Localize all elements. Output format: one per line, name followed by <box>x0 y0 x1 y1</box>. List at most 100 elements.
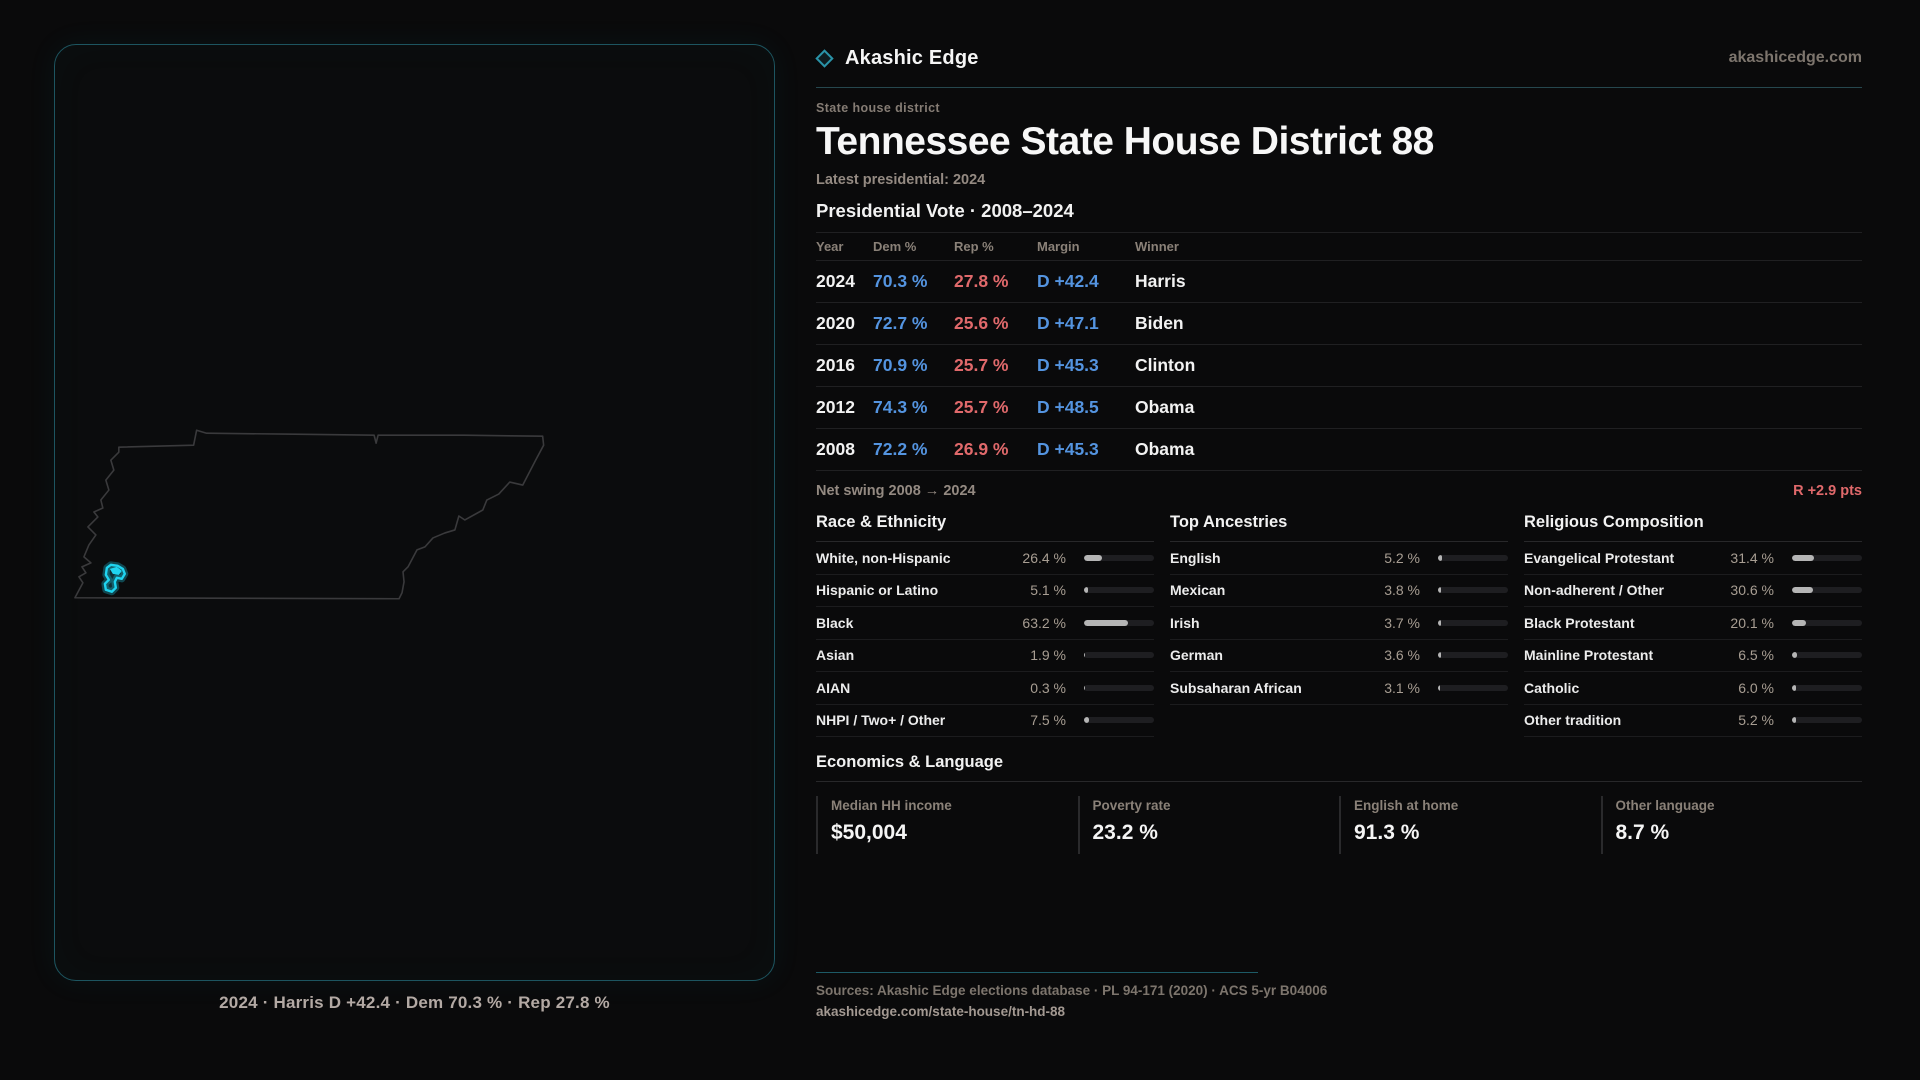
presidential-vote-table: Year Dem % Rep % Margin Winner 2024 70.3… <box>816 232 1862 471</box>
col-header-winner: Winner <box>1135 239 1862 254</box>
stat-value: 6.0 % <box>1716 680 1774 696</box>
winner-cell: Clinton <box>1135 355 1862 376</box>
list-item: Other tradition 5.2 % <box>1524 705 1862 738</box>
sources-note: Sources: Akashic Edge elections database… <box>816 983 1862 998</box>
vote-table-title: Presidential Vote · 2008–2024 <box>816 200 1862 222</box>
section-title: Race & Ethnicity <box>816 513 1154 542</box>
stat-value: 1.9 % <box>1008 647 1066 663</box>
winner-cell: Obama <box>1135 439 1862 460</box>
list-item: Mainline Protestant 6.5 % <box>1524 640 1862 673</box>
list-item: English 5.2 % <box>1170 542 1508 575</box>
rep-cell: 25.7 % <box>954 397 1037 418</box>
stat-bar <box>1792 587 1862 593</box>
tennessee-map <box>55 45 774 980</box>
stat-value: 30.6 % <box>1716 582 1774 598</box>
dem-cell: 70.3 % <box>873 271 954 292</box>
col-header-year: Year <box>816 239 873 254</box>
stat-card-value: 91.3 % <box>1354 821 1601 845</box>
year-cell: 2016 <box>816 355 873 376</box>
dem-cell: 72.2 % <box>873 439 954 460</box>
religious-composition-section: Religious Composition Evangelical Protes… <box>1524 513 1862 737</box>
dem-cell: 72.7 % <box>873 313 954 334</box>
margin-cell: D +42.4 <box>1037 271 1135 292</box>
stat-label: Hispanic or Latino <box>816 582 1008 598</box>
stat-label: English <box>1170 550 1362 566</box>
table-header-row: Year Dem % Rep % Margin Winner <box>816 233 1862 261</box>
margin-cell: D +47.1 <box>1037 313 1135 334</box>
list-item: Black 63.2 % <box>816 607 1154 640</box>
col-header-dem: Dem % <box>873 239 954 254</box>
winner-cell: Obama <box>1135 397 1862 418</box>
diamond-icon <box>815 49 833 67</box>
stat-label: Mexican <box>1170 582 1362 598</box>
stat-value: 20.1 % <box>1716 615 1774 631</box>
top-ancestries-section: Top Ancestries English 5.2 % Mexican 3.8… <box>1170 513 1508 737</box>
year-cell: 2008 <box>816 439 873 460</box>
brand-header: Akashic Edge akashicedge.com <box>816 44 1862 72</box>
stat-value: 26.4 % <box>1008 550 1066 566</box>
stat-label: Evangelical Protestant <box>1524 550 1716 566</box>
stat-bar <box>1084 685 1154 691</box>
year-cell: 2020 <box>816 313 873 334</box>
list-item: Asian 1.9 % <box>816 640 1154 673</box>
stat-value: 5.1 % <box>1008 582 1066 598</box>
dem-cell: 74.3 % <box>873 397 954 418</box>
stat-value: 7.5 % <box>1008 712 1066 728</box>
col-header-rep: Rep % <box>954 239 1037 254</box>
list-item: Irish 3.7 % <box>1170 607 1508 640</box>
brand-domain-link[interactable]: akashicedge.com <box>1729 49 1862 67</box>
year-cell: 2012 <box>816 397 873 418</box>
stat-card-label: Other language <box>1616 798 1863 813</box>
stat-bar <box>1084 620 1154 626</box>
latest-presidential-note: Latest presidential: 2024 <box>816 172 1862 188</box>
district-report: Akashic Edge akashicedge.com State house… <box>816 44 1862 1019</box>
table-row: 2024 70.3 % 27.8 % D +42.4 Harris <box>816 261 1862 303</box>
list-item: Hispanic or Latino 5.1 % <box>816 575 1154 608</box>
race-ethnicity-section: Race & Ethnicity White, non-Hispanic 26.… <box>816 513 1154 737</box>
stat-value: 3.1 % <box>1362 680 1420 696</box>
economics-section-title: Economics & Language <box>816 753 1862 782</box>
table-row: 2008 72.2 % 26.9 % D +45.3 Obama <box>816 429 1862 471</box>
stat-label: NHPI / Two+ / Other <box>816 712 1008 728</box>
stat-card-label: Poverty rate <box>1093 798 1340 813</box>
stat-label: White, non-Hispanic <box>816 550 1008 566</box>
stat-label: Mainline Protestant <box>1524 647 1716 663</box>
net-swing-label: Net swing 2008 → 2024 <box>816 483 976 499</box>
rep-cell: 27.8 % <box>954 271 1037 292</box>
winner-cell: Biden <box>1135 313 1862 334</box>
table-row: 2020 72.7 % 25.6 % D +47.1 Biden <box>816 303 1862 345</box>
list-item: Non-adherent / Other 30.6 % <box>1524 575 1862 608</box>
table-row: 2012 74.3 % 25.7 % D +48.5 Obama <box>816 387 1862 429</box>
section-title: Top Ancestries <box>1170 513 1508 542</box>
net-swing-row: Net swing 2008 → 2024 R +2.9 pts <box>816 483 1862 499</box>
stat-bar <box>1792 652 1862 658</box>
col-header-margin: Margin <box>1037 239 1135 254</box>
stat-card-value: 23.2 % <box>1093 821 1340 845</box>
header-divider <box>816 87 1862 88</box>
rep-cell: 25.7 % <box>954 355 1037 376</box>
stat-label: Black Protestant <box>1524 615 1716 631</box>
stat-value: 31.4 % <box>1716 550 1774 566</box>
stat-label: German <box>1170 647 1362 663</box>
list-item: German 3.6 % <box>1170 640 1508 673</box>
stat-card-median-income: Median HH income $50,004 <box>816 796 1078 854</box>
stat-value: 6.5 % <box>1716 647 1774 663</box>
stat-card-value: $50,004 <box>831 821 1078 845</box>
stat-card-english-at-home: English at home 91.3 % <box>1339 796 1601 854</box>
list-item: NHPI / Two+ / Other 7.5 % <box>816 705 1154 738</box>
section-title: Religious Composition <box>1524 513 1862 542</box>
margin-cell: D +45.3 <box>1037 355 1135 376</box>
map-caption: 2024 · Harris D +42.4 · Dem 70.3 % · Rep… <box>54 993 775 1013</box>
stat-value: 3.6 % <box>1362 647 1420 663</box>
stat-bar <box>1792 685 1862 691</box>
stat-value: 5.2 % <box>1716 712 1774 728</box>
stat-bar <box>1438 620 1508 626</box>
page-title: Tennessee State House District 88 <box>816 119 1862 165</box>
permalink[interactable]: akashicedge.com/state-house/tn-hd-88 <box>816 1004 1862 1019</box>
stat-value: 5.2 % <box>1362 550 1420 566</box>
margin-cell: D +48.5 <box>1037 397 1135 418</box>
list-item: Catholic 6.0 % <box>1524 672 1862 705</box>
stat-label: Non-adherent / Other <box>1524 582 1716 598</box>
footer-divider <box>816 972 1258 973</box>
stat-card-other-language: Other language 8.7 % <box>1601 796 1863 854</box>
